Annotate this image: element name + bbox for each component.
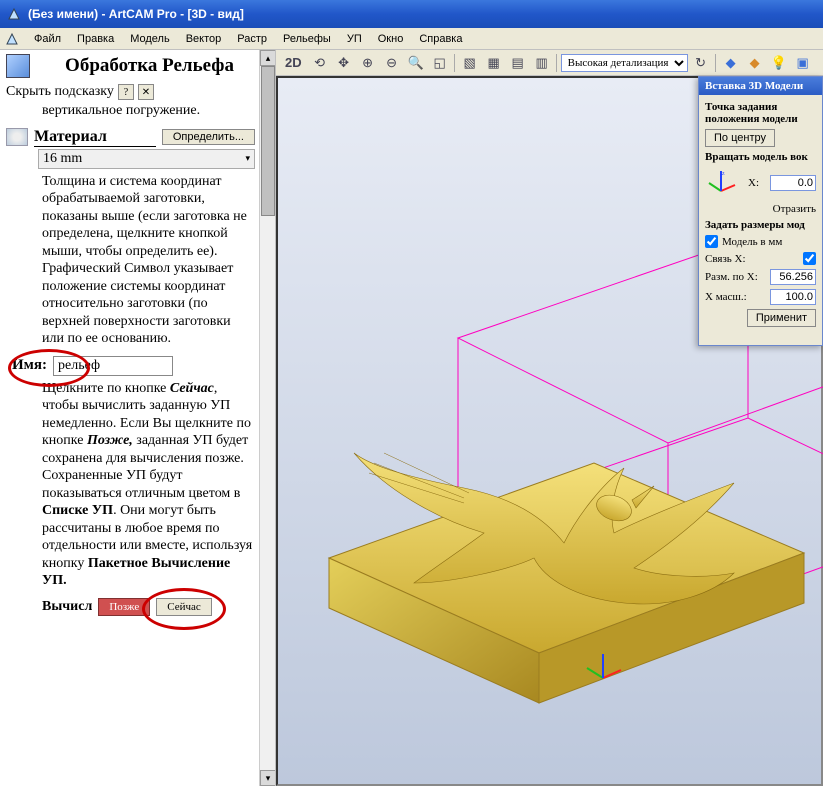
svg-text:z: z bbox=[722, 171, 725, 177]
separator-icon bbox=[453, 52, 457, 74]
toolpath-name-input[interactable] bbox=[53, 356, 173, 376]
name-label: Имя: bbox=[12, 357, 47, 373]
scroll-up-icon[interactable]: ▴ bbox=[260, 50, 276, 66]
app-menu-icon bbox=[4, 31, 20, 47]
origin-label: Точка задания положения модели bbox=[705, 101, 798, 125]
scale-x-label: X масш.: bbox=[705, 291, 747, 303]
material-description: Толщина и система координат обрабатываем… bbox=[42, 173, 255, 348]
size-x-label: Разм. по X: bbox=[705, 271, 758, 283]
apply-button[interactable]: Применит bbox=[747, 309, 816, 327]
zoom-out-icon[interactable]: ⊖ bbox=[381, 52, 403, 74]
orbit-icon[interactable]: ⟲ bbox=[309, 52, 331, 74]
detail-level-select[interactable]: Высокая детализация bbox=[561, 54, 688, 72]
sidebar-panel: Обработка Рельефа Скрыть подсказку ? ✕ в… bbox=[0, 50, 276, 786]
material-dropdown-icon[interactable]: ▾ bbox=[245, 153, 250, 164]
menu-raster[interactable]: Растр bbox=[229, 31, 275, 47]
color-icon[interactable]: ◆ bbox=[744, 52, 766, 74]
menu-edit[interactable]: Правка bbox=[69, 31, 122, 47]
pan-icon[interactable]: ✥ bbox=[333, 52, 355, 74]
material-view-icon[interactable]: ▣ bbox=[792, 52, 814, 74]
origin-axis-icon bbox=[583, 648, 623, 688]
menu-file[interactable]: Файл bbox=[26, 31, 69, 47]
mode-2d-button[interactable]: 2D bbox=[280, 52, 307, 74]
calculate-later-button[interactable]: Позже bbox=[98, 598, 150, 616]
app-icon bbox=[6, 6, 22, 22]
menu-toolpath[interactable]: УП bbox=[339, 31, 370, 47]
menu-vector[interactable]: Вектор bbox=[178, 31, 230, 47]
menu-window[interactable]: Окно bbox=[370, 31, 412, 47]
separator-icon-2 bbox=[555, 52, 559, 74]
panel-title: Вставка 3D Модели bbox=[699, 77, 822, 95]
calculate-now-button[interactable]: Сейчас bbox=[156, 598, 212, 616]
relief-model bbox=[314, 368, 814, 708]
sidebar-scrollbar[interactable]: ▴ ▾ bbox=[259, 50, 275, 786]
iso-view-icon[interactable]: ▧ bbox=[459, 52, 481, 74]
side-view-icon[interactable]: ▤ bbox=[507, 52, 529, 74]
scroll-thumb[interactable] bbox=[261, 66, 275, 216]
size-label: Задать размеры мод bbox=[705, 219, 805, 231]
shade-icon[interactable]: ◆ bbox=[720, 52, 742, 74]
scroll-down-icon[interactable]: ▾ bbox=[260, 770, 276, 786]
material-value: 16 mm bbox=[43, 151, 82, 167]
refresh-icon[interactable]: ↻ bbox=[690, 52, 712, 74]
front-view-icon[interactable]: ▦ bbox=[483, 52, 505, 74]
link-x-checkbox[interactable] bbox=[803, 252, 816, 265]
insert-3d-model-panel: Вставка 3D Модели Точка задания положени… bbox=[698, 76, 823, 346]
model-mm-checkbox[interactable] bbox=[705, 235, 718, 248]
material-label: Материал bbox=[34, 128, 156, 147]
zoom-fit-icon[interactable]: 🔍 bbox=[405, 52, 427, 74]
hide-hint-label: Скрыть подсказку bbox=[6, 84, 114, 100]
menu-reliefs[interactable]: Рельефы bbox=[275, 31, 339, 47]
define-material-button[interactable]: Определить... bbox=[162, 129, 255, 145]
calculate-label: Вычисл bbox=[42, 599, 92, 615]
zoom-in-icon[interactable]: ⊕ bbox=[357, 52, 379, 74]
menu-model[interactable]: Модель bbox=[122, 31, 177, 47]
center-button[interactable]: По центру bbox=[705, 129, 775, 147]
model-mm-label: Модель в мм bbox=[722, 236, 816, 248]
link-x-label: Связь X: bbox=[705, 253, 746, 265]
rotate-label: Вращать модель вок bbox=[705, 151, 808, 163]
rotate-x-label: X: bbox=[748, 177, 759, 189]
relief-machining-icon bbox=[6, 54, 30, 78]
close-hint-button[interactable]: ✕ bbox=[138, 84, 154, 100]
menu-help[interactable]: Справка bbox=[411, 31, 470, 47]
material-icon bbox=[6, 128, 28, 146]
size-x-input[interactable] bbox=[770, 269, 816, 285]
window-title: (Без имени) - ArtCAM Pro - [3D - вид] bbox=[28, 7, 244, 21]
zoom-window-icon[interactable]: ◱ bbox=[429, 52, 451, 74]
separator-icon-3 bbox=[714, 52, 718, 74]
axis-gizmo-icon: z bbox=[705, 167, 737, 199]
mirror-label: Отразить bbox=[773, 203, 816, 215]
calculate-description: Щелкните по кнопке Сейчас, чтобы вычисли… bbox=[42, 380, 255, 590]
rotate-x-input[interactable] bbox=[770, 175, 816, 191]
help-button[interactable]: ? bbox=[118, 84, 134, 100]
vertical-plunge-text: вертикальное погружение. bbox=[42, 102, 269, 120]
view-toolbar: 2D ⟲ ✥ ⊕ ⊖ 🔍 ◱ ▧ ▦ ▤ ▥ Высокая детализац… bbox=[276, 50, 823, 76]
sidebar-title: Обработка Рельефа bbox=[30, 55, 269, 77]
menu-bar: Файл Правка Модель Вектор Растр Рельефы … bbox=[0, 28, 823, 50]
light-icon[interactable]: 💡 bbox=[768, 52, 790, 74]
title-bar: (Без имени) - ArtCAM Pro - [3D - вид] bbox=[0, 0, 823, 28]
viewport-area: 2D ⟲ ✥ ⊕ ⊖ 🔍 ◱ ▧ ▦ ▤ ▥ Высокая детализац… bbox=[276, 50, 823, 786]
scale-x-input[interactable] bbox=[770, 289, 816, 305]
top-view-icon[interactable]: ▥ bbox=[531, 52, 553, 74]
